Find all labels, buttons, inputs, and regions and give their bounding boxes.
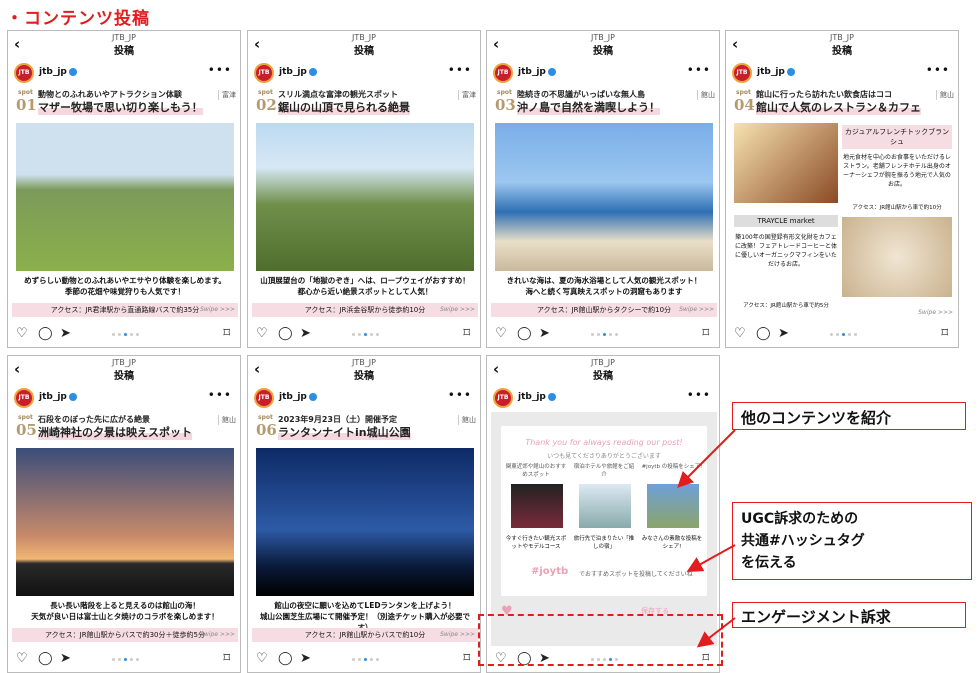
- arrows: [677, 429, 736, 648]
